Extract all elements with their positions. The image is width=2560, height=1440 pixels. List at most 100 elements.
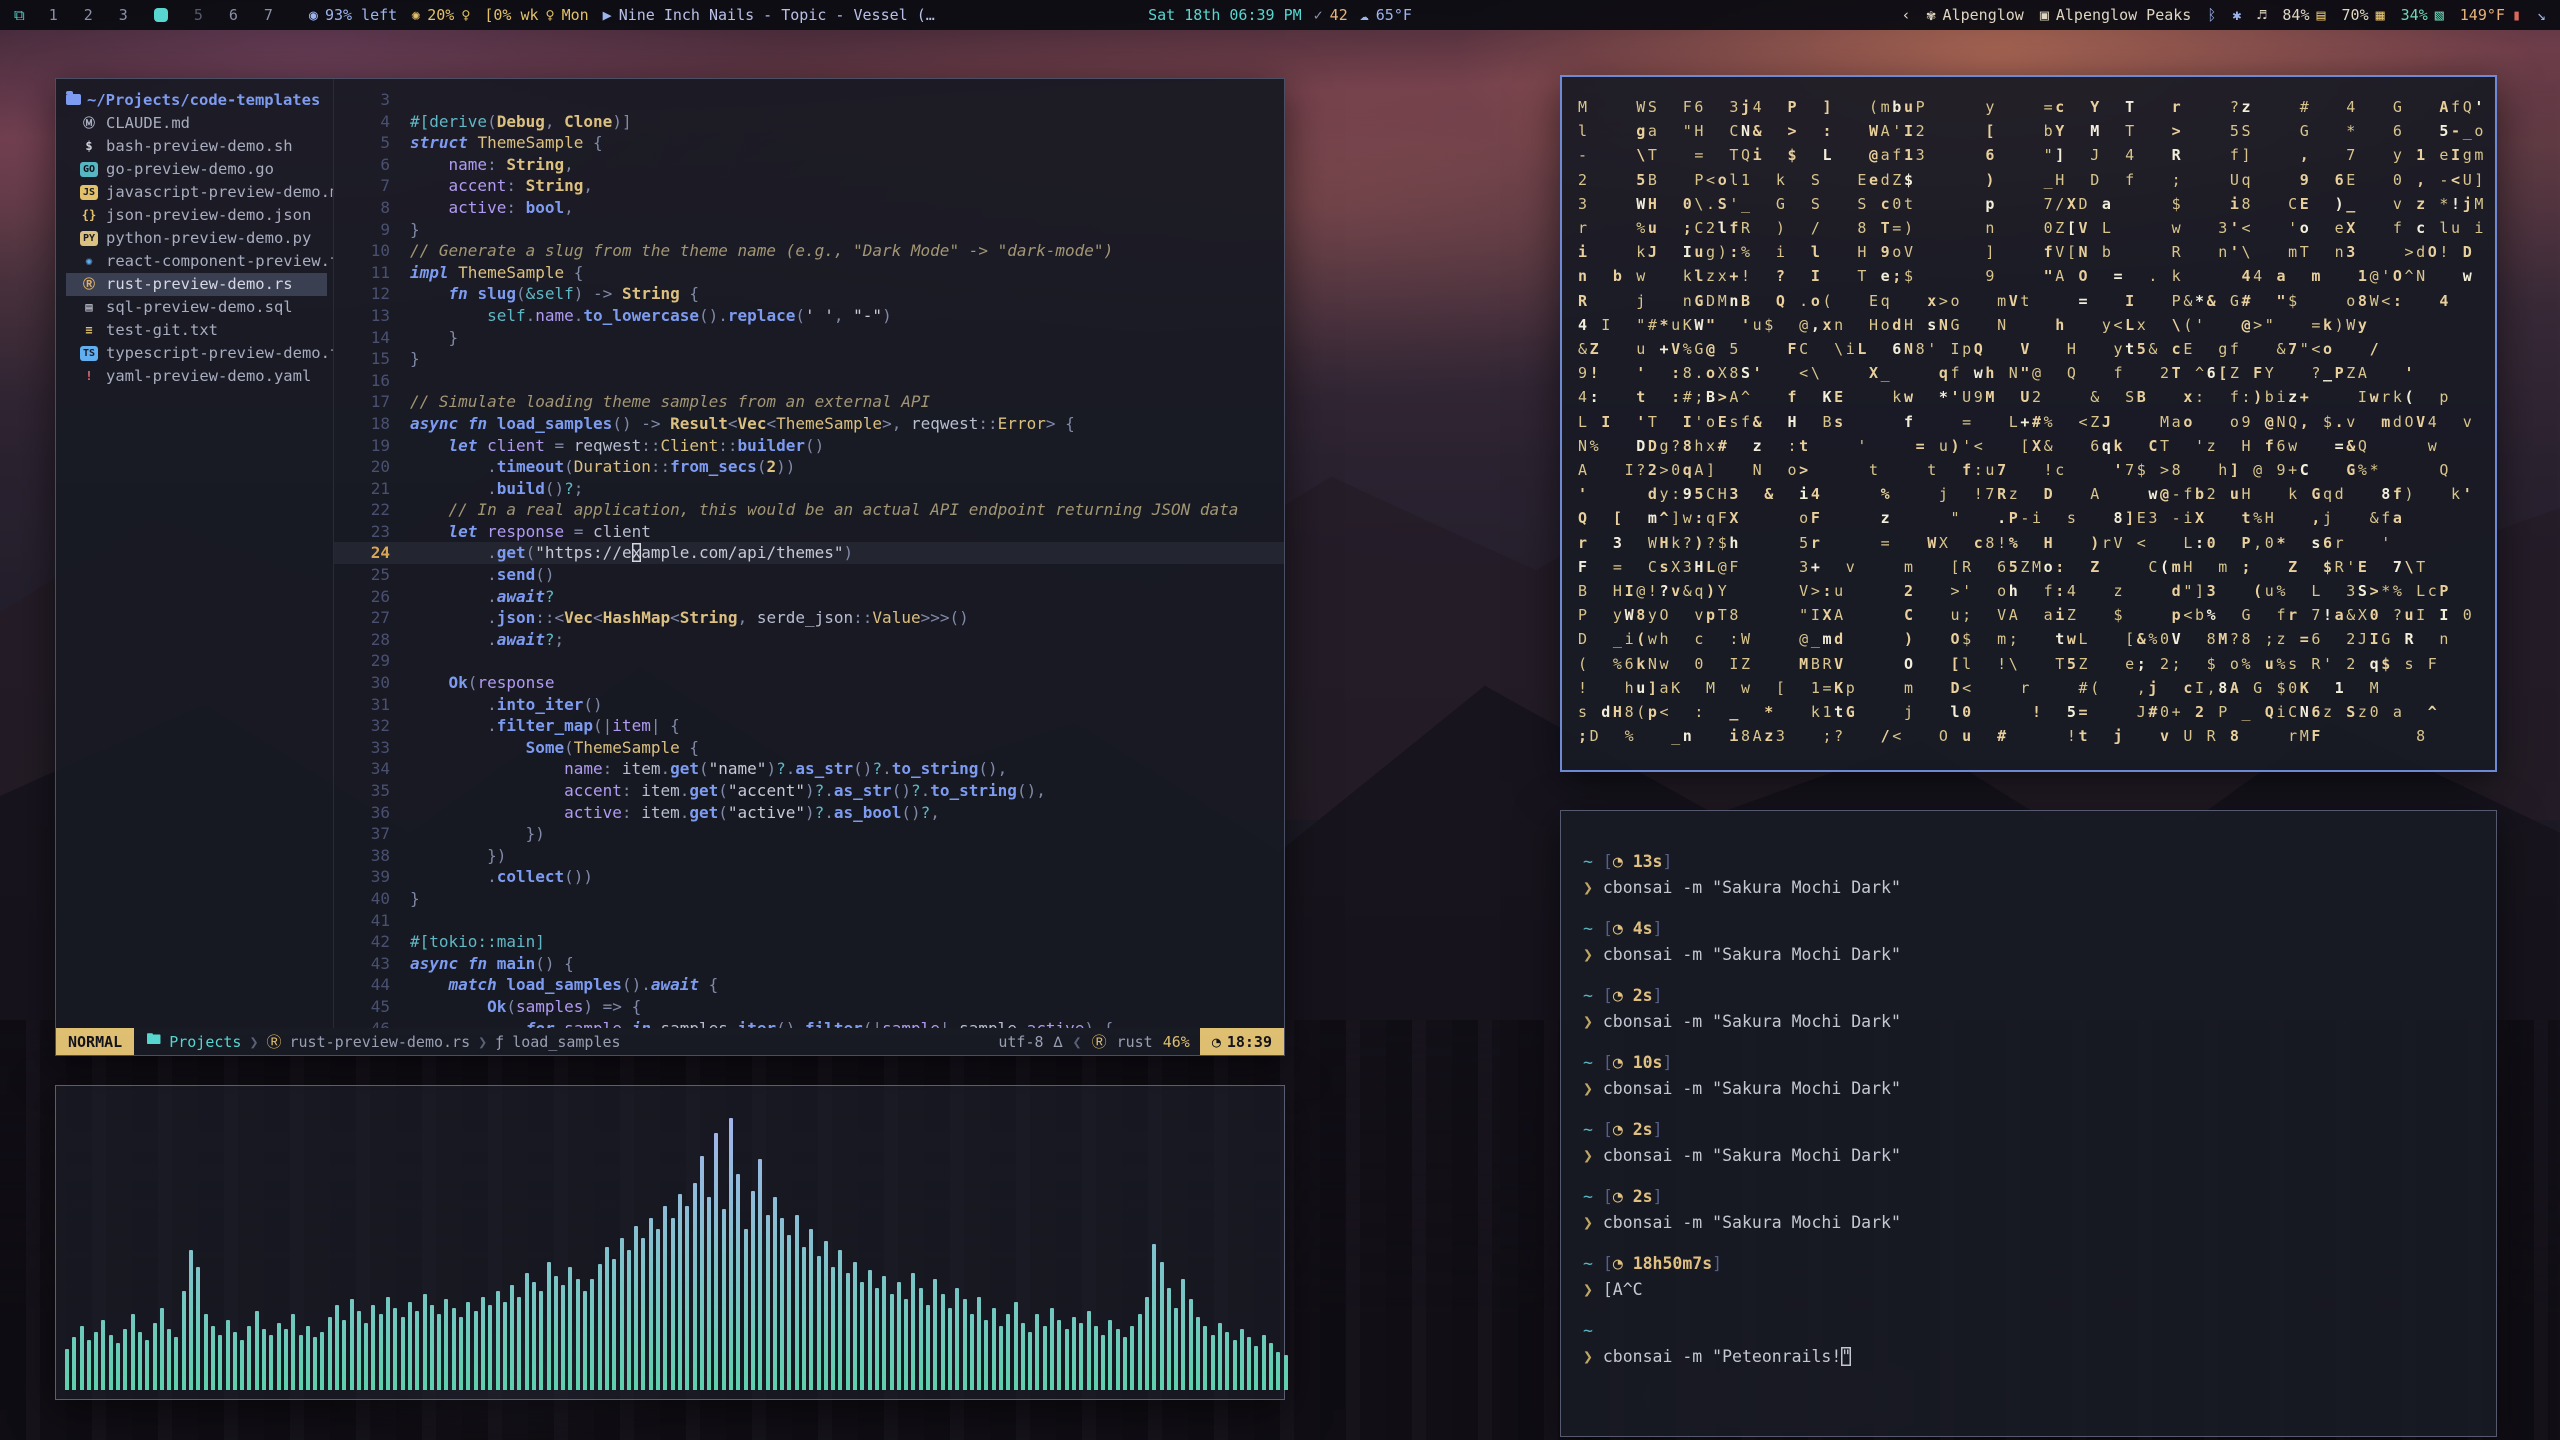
code-line-39[interactable]: 39 .collect()) [334, 866, 1284, 888]
code-line-33[interactable]: 33 Some(ThemeSample { [334, 737, 1284, 759]
line-number: 19 [334, 435, 410, 457]
tree-file-test-git.txt[interactable]: ≡test-git.txt [66, 319, 333, 342]
audio-visualizer-window[interactable] [55, 1085, 1285, 1400]
workspace-4[interactable] [154, 8, 168, 22]
code-editor[interactable]: 34#[derive(Debug, Clone)]5struct ThemeSa… [334, 79, 1284, 1028]
code-line-6[interactable]: 6 name: String, [334, 154, 1284, 176]
line-number: 31 [334, 694, 410, 716]
line-number: 29 [334, 650, 410, 672]
tree-file-react-component-preview.tsx[interactable]: ✺react-component-preview.tsx [66, 250, 333, 273]
code-line-36[interactable]: 36 active: item.get("active")?.as_bool()… [334, 802, 1284, 824]
volume-icon[interactable]: ♬ [2257, 6, 2266, 24]
code-line-15[interactable]: 15} [334, 348, 1284, 370]
code-line-28[interactable]: 28 .await?; [334, 629, 1284, 651]
tree-root-folder[interactable]: ~/Projects/code-templates [66, 89, 333, 112]
code-line-30[interactable]: 30 Ok(response [334, 672, 1284, 694]
workspace-2[interactable]: 2 [84, 6, 93, 24]
code-line-5[interactable]: 5struct ThemeSample { [334, 132, 1284, 154]
code-line-9[interactable]: 9} [334, 219, 1284, 241]
resize-icon[interactable]: ↘ [2537, 6, 2546, 24]
breadcrumb-file[interactable]: rust-preview-demo.rs [290, 1033, 471, 1051]
code-line-21[interactable]: 21 .build()?; [334, 478, 1284, 500]
character-rain-terminal[interactable]: M WS F6 3j4 P ] (mbuP y =c Y T r ?z # 4 … [1560, 75, 2497, 772]
code-line-31[interactable]: 31 .into_iter() [334, 694, 1284, 716]
code-line-7[interactable]: 7 accent: String, [334, 175, 1284, 197]
command-line: ❯ cbonsai -m "Sakura Mochi Dark" [1583, 942, 2476, 968]
visualizer-bar [911, 1273, 915, 1390]
line-number: 20 [334, 456, 410, 478]
wallpaper-selector[interactable]: ▣ Alpenglow Peaks [2040, 6, 2192, 24]
code-line-42[interactable]: 42#[tokio::main] [334, 931, 1284, 953]
code-line-35[interactable]: 35 accent: item.get("accent")?.as_str()?… [334, 780, 1284, 802]
code-line-25[interactable]: 25 .send() [334, 564, 1284, 586]
code-line-3[interactable]: 3 [334, 89, 1284, 111]
code-line-16[interactable]: 16 [334, 370, 1284, 392]
code-line-11[interactable]: 11impl ThemeSample { [334, 262, 1284, 284]
tree-file-go-preview-demo.go[interactable]: GOgo-preview-demo.go [66, 158, 333, 181]
visualizer-bar [167, 1329, 171, 1390]
code-line-12[interactable]: 12 fn slug(&self) -> String { [334, 283, 1284, 305]
tree-file-json-preview-demo.json[interactable]: {}json-preview-demo.json [66, 204, 333, 227]
tree-file-python-preview-demo.py[interactable]: PYpython-preview-demo.py [66, 227, 333, 250]
tree-file-bash-preview-demo.sh[interactable]: $bash-preview-demo.sh [66, 135, 333, 158]
code-line-4[interactable]: 4#[derive(Debug, Clone)] [334, 111, 1284, 133]
code-line-43[interactable]: 43async fn main() { [334, 953, 1284, 975]
code-line-32[interactable]: 32 .filter_map(|item| { [334, 715, 1284, 737]
code-line-29[interactable]: 29 [334, 650, 1284, 672]
code-line-40[interactable]: 40} [334, 888, 1284, 910]
workspace-1[interactable]: 1 [49, 6, 58, 24]
network-icon[interactable]: ✱ [2232, 6, 2241, 24]
visualizer-bar [1050, 1308, 1054, 1390]
home-dir-tilde: ~ [1583, 1120, 1593, 1139]
now-playing[interactable]: ▶ Nine Inch Nails - Topic - Vessel (… [603, 6, 935, 24]
code-line-34[interactable]: 34 name: item.get("name")?.as_str()?.to_… [334, 758, 1284, 780]
code-line-37[interactable]: 37 }) [334, 823, 1284, 845]
code-line-14[interactable]: 14 } [334, 327, 1284, 349]
workspace-6[interactable]: 6 [229, 6, 238, 24]
tree-file-sql-preview-demo.sql[interactable]: ▤sql-preview-demo.sql [66, 296, 333, 319]
code-line-45[interactable]: 45 Ok(samples) => { [334, 996, 1284, 1018]
visualizer-bar [817, 1256, 821, 1390]
line-number: 8 [334, 197, 410, 219]
visualizer-bar [1196, 1317, 1200, 1390]
tree-file-CLAUDE.md[interactable]: ⓂCLAUDE.md [66, 112, 333, 135]
charterm-row: 4 I "#*uKW" 'u$ @,xn HodH sNG N h y<Lx \… [1578, 313, 2485, 337]
clock-date[interactable]: Sat 18th 06:39 PM [1148, 6, 1302, 24]
code-line-38[interactable]: 38 }) [334, 845, 1284, 867]
workspace-5[interactable]: 5 [194, 6, 203, 24]
tree-file-rust-preview-demo.rs[interactable]: Ⓡrust-preview-demo.rs [66, 273, 327, 296]
code-line-22[interactable]: 22 // In a real application, this would … [334, 499, 1284, 521]
code-line-23[interactable]: 23 let response = client [334, 521, 1284, 543]
tree-file-typescript-preview-demo.ts[interactable]: TStypescript-preview-demo.ts [66, 342, 333, 365]
charterm-row: 4: t :#;B>A^ f KE kw *'U9M U2 & SB x: f:… [1578, 385, 2485, 409]
code-line-46[interactable]: 46 for sample in samples.iter().filter(|… [334, 1018, 1284, 1028]
bluetooth-icon[interactable]: ᛒ [2207, 6, 2216, 24]
code-line-20[interactable]: 20 .timeout(Duration::from_secs(2)) [334, 456, 1284, 478]
tree-file-yaml-preview-demo.yaml[interactable]: !yaml-preview-demo.yaml [66, 365, 333, 388]
code-line-41[interactable]: 41 [334, 910, 1284, 932]
code-line-13[interactable]: 13 self.name.to_lowercase().replace(' ',… [334, 305, 1284, 327]
workspace-7[interactable]: 7 [264, 6, 273, 24]
breadcrumb-project[interactable]: Projects [169, 1033, 241, 1051]
code-line-18[interactable]: 18async fn load_samples() -> Result<Vec<… [334, 413, 1284, 435]
theme-selector[interactable]: ✾ Alpenglow [1927, 6, 2024, 24]
code-line-44[interactable]: 44 match load_samples().await { [334, 974, 1284, 996]
code-line-27[interactable]: 27 .json::<Vec<HashMap<String, serde_jso… [334, 607, 1284, 629]
workspace-3[interactable]: 3 [119, 6, 128, 24]
visualizer-bar [94, 1332, 98, 1390]
tree-file-javascript-preview-demo.mjs[interactable]: JSjavascript-preview-demo.mjs [66, 181, 333, 204]
code-line-26[interactable]: 26 .await? [334, 586, 1284, 608]
code-line-24[interactable]: 24 .get("https://example.com/api/themes"… [334, 542, 1284, 564]
shell-current-entry[interactable]: ~❯ cbonsai -m "Peteonrails!" [1583, 1318, 2476, 1370]
code-line-10[interactable]: 10// Generate a slug from the theme name… [334, 240, 1284, 262]
code-line-19[interactable]: 19 let client = reqwest::Client::builder… [334, 435, 1284, 457]
code-text: } [410, 348, 420, 370]
shell-terminal[interactable]: ~ [◔ 13s]❯ cbonsai -m "Sakura Mochi Dark… [1560, 810, 2497, 1437]
workspace-overview-icon[interactable]: ⧉ [14, 6, 25, 24]
neovim-window[interactable]: ~/Projects/code-templates ⓂCLAUDE.md$bas… [55, 78, 1285, 1056]
visualizer-bar [174, 1337, 178, 1390]
code-line-17[interactable]: 17// Simulate loading theme samples from… [334, 391, 1284, 413]
code-line-8[interactable]: 8 active: bool, [334, 197, 1284, 219]
breadcrumb-symbol[interactable]: load_samples [512, 1033, 620, 1051]
collapse-arrow-icon[interactable]: ‹ [1901, 6, 1910, 24]
